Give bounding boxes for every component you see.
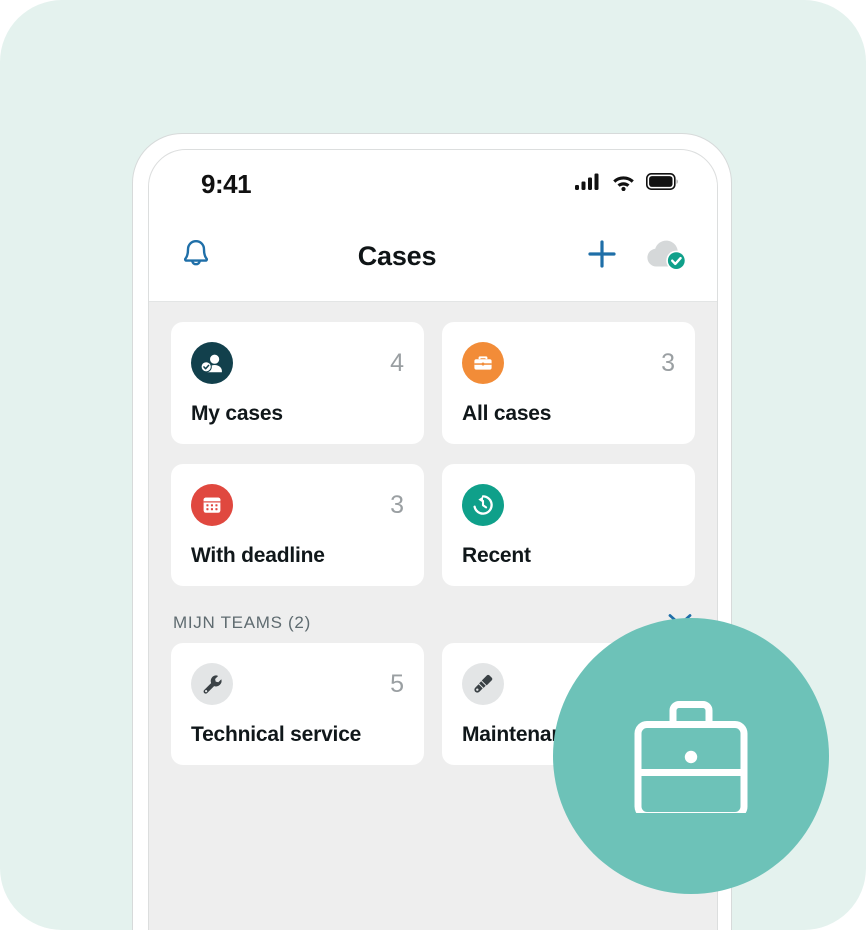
teams-section-title: MIJN TEAMS (2)	[173, 612, 311, 632]
nav-bar-right	[579, 234, 689, 280]
add-case-button[interactable]	[579, 234, 625, 280]
page-title: Cases	[357, 241, 437, 271]
status-bar-time: 9:41	[201, 168, 252, 199]
calendar-icon	[191, 484, 233, 526]
wrench-icon	[191, 663, 233, 705]
card-top-row: 3	[462, 342, 675, 384]
status-bar-icons	[575, 173, 679, 196]
card-top-row: 3	[191, 484, 404, 526]
notifications-button[interactable]	[173, 234, 219, 280]
history-clock-icon	[462, 484, 504, 526]
card-label: My cases	[191, 402, 283, 425]
nav-bar-left	[173, 234, 219, 280]
card-count: 3	[390, 491, 404, 519]
card-team-technical-service[interactable]: 5 Technical service	[171, 643, 424, 765]
page-root: 9:41 Cases 4 My cases 3 All cases 3 With…	[0, 0, 866, 930]
person-check-icon	[191, 342, 233, 384]
card-count: 4	[390, 349, 404, 377]
cellular-signal-icon	[575, 173, 601, 196]
card-count: 5	[390, 670, 404, 698]
card-my-cases[interactable]: 4 My cases	[171, 322, 424, 444]
paintbrush-icon	[462, 663, 504, 705]
card-all-cases[interactable]: 3 All cases	[442, 322, 695, 444]
card-with-deadline[interactable]: 3 With deadline	[171, 464, 424, 586]
card-label: Recent	[462, 544, 531, 567]
wifi-icon	[611, 173, 636, 196]
teams-section-header: MIJN TEAMS (2)	[171, 586, 695, 643]
card-label: All cases	[462, 402, 552, 425]
status-bar: 9:41	[149, 150, 717, 212]
feature-highlight-bubble	[553, 618, 829, 894]
briefcase-outline-icon	[625, 695, 757, 819]
battery-full-icon	[646, 173, 679, 195]
card-top-row: 5	[191, 663, 404, 705]
nav-bar: Cases	[149, 212, 717, 302]
quick-cards-grid: 4 My cases 3 All cases 3 With deadline R…	[171, 322, 695, 586]
card-top-row: 4	[191, 342, 404, 384]
sync-status-button[interactable]	[643, 234, 689, 280]
card-label: With deadline	[191, 544, 325, 567]
card-top-row	[462, 484, 675, 526]
briefcase-icon	[462, 342, 504, 384]
plus-icon	[585, 237, 619, 276]
cloud-sync-complete-icon	[643, 235, 689, 278]
notification-bell-icon	[180, 237, 212, 276]
card-count: 3	[661, 349, 675, 377]
card-label: Technical service	[191, 723, 362, 746]
card-recent[interactable]: Recent	[442, 464, 695, 586]
